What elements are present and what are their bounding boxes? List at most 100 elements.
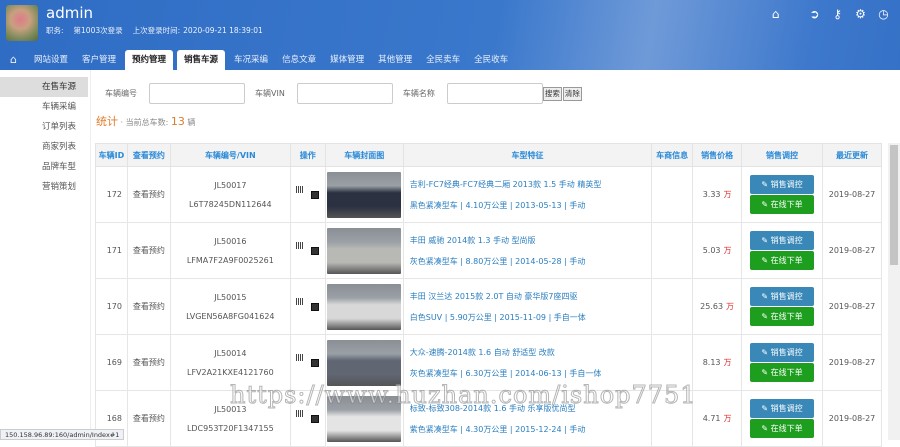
vehicle-vin: LDC953T20F1347155 [186,423,274,433]
order-online-button[interactable]: ✎ 在线下单 [750,251,815,270]
dealer-info [651,222,694,279]
sidebar-item[interactable]: 营销策划 [0,177,88,197]
car-cover-image[interactable] [327,283,402,330]
stats-count: 13 [170,115,185,128]
sales-control-label: 销售调控 [770,348,803,357]
image-icon[interactable] [311,246,320,255]
edit-icon: ✎ [761,256,771,265]
nav-item[interactable]: 车况采编 [227,50,275,70]
code-vin: JL50014 LFV2A21KXE4121760 [169,334,291,391]
avatar[interactable] [6,5,38,41]
car-title-link[interactable]: 丰田 威驰 2014款 1.3 手动 型尚版 [410,230,651,252]
last-login: 2020-09-21 18:39:01 [183,26,263,35]
qrcode-icon[interactable] [296,186,304,193]
scrollbar[interactable] [888,143,900,440]
nav-item[interactable]: 其他管理 [371,50,419,70]
sidebar-item[interactable]: 订单列表 [0,117,88,137]
table-row: 170 查看预约 JL50015 LVGEN56A8FG041624 丰田 汉兰达… [95,278,882,335]
gear-icon[interactable]: ⚙ [854,7,867,21]
view-appointment-link[interactable]: 查看预约 [126,334,171,391]
order-online-button[interactable]: ✎ 在线下单 [750,307,815,326]
qrcode-icon[interactable] [296,354,304,361]
home-icon[interactable]: ⌂ [769,7,782,21]
column-header: 车商信息 [651,143,694,167]
car-title-link[interactable]: 标致-标致308-2014款 1.6 手动 乐享版优尚型 [410,398,651,420]
car-features: 丰田 汉兰达 2015款 2.0T 自动 豪华版7座四驱 白色SUV | 5.90… [402,278,653,335]
scrollbar-thumb[interactable] [890,145,898,265]
car-features: 标致-标致308-2014款 1.6 手动 乐享版优尚型紫色紧凑型车 | 4.3… [402,390,653,447]
sidebar-item-active[interactable]: 在售车源 [0,77,88,97]
car-cover-image[interactable] [327,395,402,442]
view-appointment-link[interactable]: 查看预约 [126,278,171,335]
clear-button[interactable]: 清除 [562,86,582,101]
sidebar-item[interactable]: 商家列表 [0,137,88,157]
clock-icon[interactable]: ◷ [877,7,890,21]
car-cover-image[interactable] [327,171,402,218]
order-online-label: 在线下单 [770,312,803,321]
car-cover-image[interactable] [327,227,402,274]
image-icon[interactable] [311,358,320,367]
role-label: 职务: [46,26,64,35]
code-vin: JL50013 LDC953T20F1347155 [169,390,291,447]
nav-item[interactable]: 全民卖车 [419,50,467,70]
sales-control: ✎ 销售调控 ✎ 在线下单 [741,278,824,335]
order-online-button[interactable]: ✎ 在线下单 [750,195,815,214]
nav-item[interactable]: 信息文章 [275,50,323,70]
view-appointment-link[interactable]: 查看预约 [126,166,171,223]
image-icon[interactable] [311,414,320,423]
order-online-button[interactable]: ✎ 在线下单 [750,419,815,438]
nav-home-icon[interactable]: ⌂ [0,50,27,70]
car-cover-image[interactable] [327,339,402,386]
vehicle-table: 车辆ID 查看预约 车辆编号/VIN 操作 车辆封面图 车型特征 车商信息 销售价格 销售调控最… [95,143,882,447]
view-appointment-link[interactable]: 查看预约 [126,222,171,279]
image-icon[interactable] [311,302,320,311]
nav-item[interactable]: 客户管理 [75,50,123,70]
column-header: 销售调控 [741,143,824,167]
sales-control-button[interactable]: ✎ 销售调控 [750,287,815,306]
image-icon[interactable] [311,190,320,199]
qrcode-icon[interactable] [296,410,304,417]
nav-item-active[interactable]: 销售车源 [177,50,226,70]
table-row: 168 查看预约 JL50013 LDC953T20F1347155 标致-标致3… [95,390,882,447]
car-detail: 紫色紧凑型车 | 4.30万公里 | 2015-12-24 | 手动 [409,424,586,434]
code-input[interactable] [149,83,245,104]
cover-cell [324,390,404,447]
qrcode-icon[interactable] [296,298,304,305]
car-detail: 灰色紧凑型车 | 8.80万公里 | 2014-05-28 | 手动 [409,256,586,266]
price-cell: 5.03 万 [692,222,743,279]
sales-control-button[interactable]: ✎ 销售调控 [750,343,815,362]
car-title-link[interactable]: 大众-速腾-2014款 1.6 自动 舒适型 改款 [410,342,651,364]
price: 8.13 [702,358,721,367]
vehicle-code: JL50015 [214,292,247,302]
qrcode-icon[interactable] [296,242,304,249]
search-button[interactable]: 搜索 [542,86,562,101]
car-title-link[interactable]: 丰田 汉兰达 2015款 2.0T 自动 豪华版7座四驱 [410,286,651,308]
sales-control-label: 销售调控 [770,404,803,413]
nav-item-active[interactable]: 预约管理 [125,50,174,70]
name-input[interactable] [446,83,543,104]
table-row: 172 查看预约 JL50017 L6T78245DN112644 吉利-FC7经… [95,166,882,223]
nav-item[interactable]: 网站设置 [27,50,75,70]
view-appointment-link[interactable]: 查看预约 [126,390,171,447]
code-vin: JL50015 LVGEN56A8FG041624 [169,278,291,335]
nav-item[interactable]: 媒体管理 [323,50,371,70]
updated-date: 2019-08-27 [822,334,882,391]
car-title-link[interactable]: 吉利-FC7经典-FC7经典二厢 2013款 1.5 手动 精英型 [410,174,651,196]
divider [90,70,91,440]
key-icon[interactable]: ⚷ [831,7,844,21]
order-online-label: 在线下单 [770,256,803,265]
sales-control-button[interactable]: ✎ 销售调控 [750,399,815,418]
nav-item[interactable]: 全民收车 [467,50,515,70]
sidebar-item[interactable]: 品牌车型 [0,157,88,177]
price-unit: 万 [723,246,732,255]
order-online-button[interactable]: ✎ 在线下单 [750,363,815,382]
vin-input[interactable] [296,83,393,104]
skype-icon[interactable]: ➲ [808,7,821,21]
vehicle-code: JL50017 [214,180,247,190]
sales-control-button[interactable]: ✎ 销售调控 [750,175,815,194]
column-header: 车辆封面图 [324,143,404,167]
search-bar: 车辆编号 车辆VIN 车辆名称 搜索 清除 [105,83,583,104]
order-online-label: 在线下单 [770,368,803,377]
sidebar-item[interactable]: 车辆采编 [0,97,88,117]
sales-control-button[interactable]: ✎ 销售调控 [750,231,815,250]
